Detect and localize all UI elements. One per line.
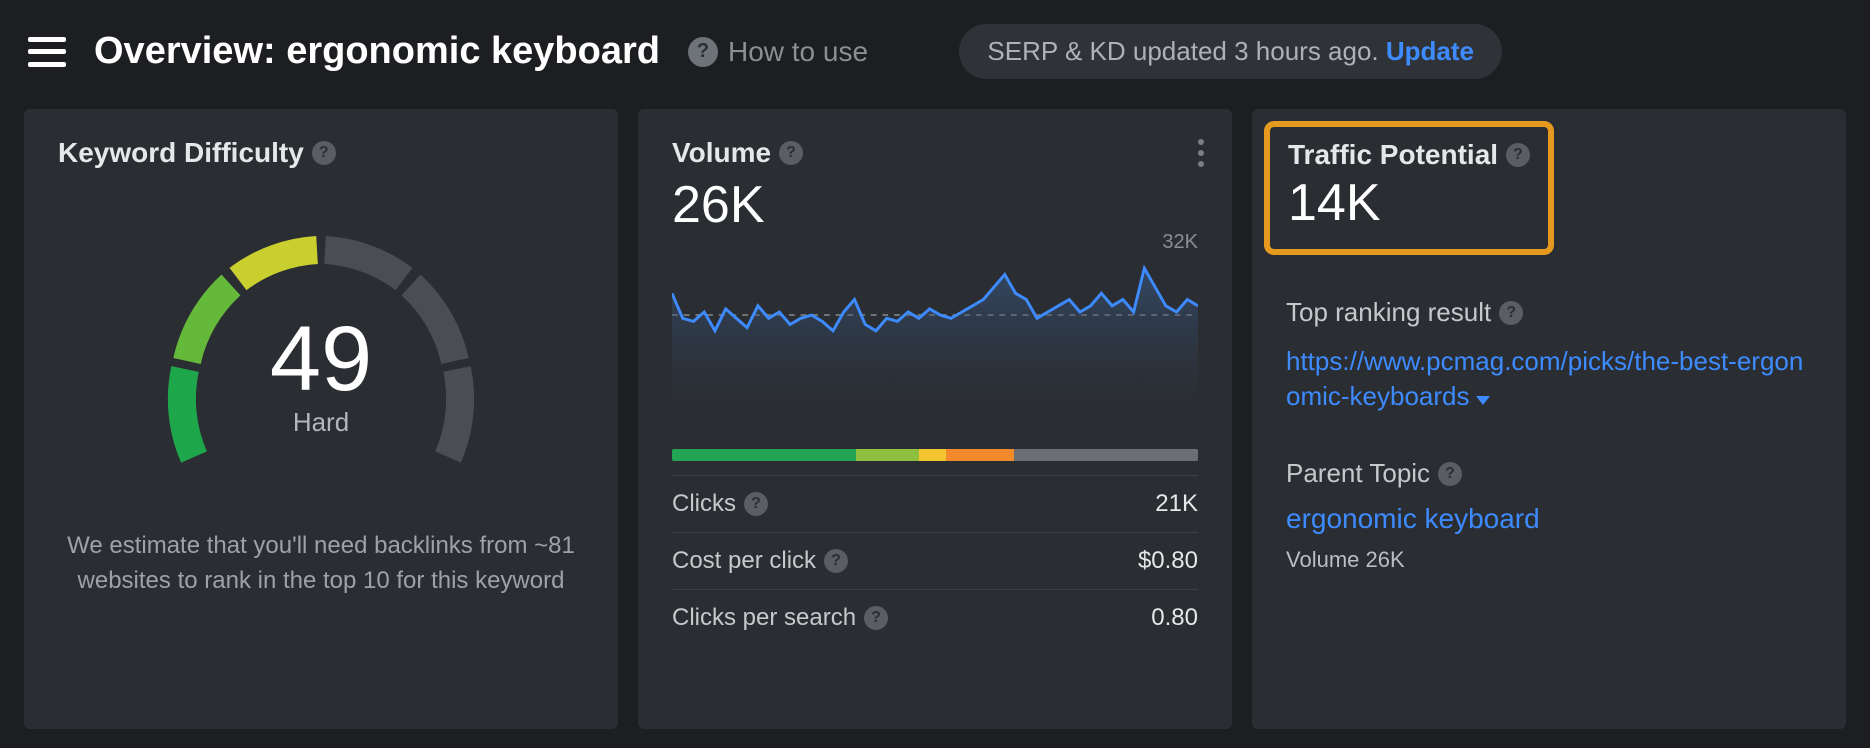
kd-rating: Hard — [141, 407, 501, 438]
distribution-segment — [946, 449, 1014, 461]
update-link[interactable]: Update — [1386, 36, 1474, 66]
help-icon[interactable]: ? — [824, 549, 848, 573]
help-icon[interactable]: ? — [779, 141, 803, 165]
distribution-segment — [856, 449, 919, 461]
parent-topic-label: Parent Topic — [1286, 458, 1430, 489]
distribution-segment — [1014, 449, 1198, 461]
volume-peak-label: 32K — [1162, 231, 1198, 254]
how-to-use-label: How to use — [728, 36, 868, 68]
distribution-segment — [919, 449, 945, 461]
volume-metric-row: Cost per click? $0.80 — [672, 532, 1198, 589]
card-keyword-difficulty: Keyword Difficulty ? — [24, 109, 618, 729]
metric-value: $0.80 — [1138, 547, 1198, 575]
help-icon[interactable]: ? — [1438, 462, 1462, 486]
card-volume: Volume ? 26K 32K Clicks? 21K Cost per clic… — [638, 109, 1232, 729]
metric-value: 21K — [1155, 490, 1198, 518]
volume-title: Volume — [672, 137, 771, 169]
more-icon[interactable] — [1198, 139, 1206, 167]
help-icon[interactable]: ? — [864, 606, 888, 630]
metric-label: Cost per click? — [672, 547, 848, 575]
kd-score: 49 — [141, 307, 501, 412]
top-ranking-url[interactable]: https://www.pcmag.com/picks/the-best-erg… — [1286, 346, 1803, 411]
parent-topic-volume: Volume 26K — [1286, 547, 1812, 573]
traffic-potential-highlight: Traffic Potential ? 14K — [1264, 121, 1554, 255]
kd-gauge: 49 Hard — [141, 209, 501, 489]
tp-title: Traffic Potential — [1288, 139, 1498, 171]
kd-title: Keyword Difficulty — [58, 137, 304, 169]
page-title: Overview: ergonomic keyboard — [94, 30, 660, 73]
parent-topic-link[interactable]: ergonomic keyboard — [1286, 503, 1812, 535]
menu-icon[interactable] — [28, 37, 66, 67]
caret-down-icon[interactable] — [1476, 396, 1490, 405]
help-icon: ? — [688, 37, 718, 67]
help-icon[interactable]: ? — [1506, 143, 1530, 167]
metric-label: Clicks per search? — [672, 604, 888, 632]
help-icon[interactable]: ? — [312, 141, 336, 165]
metric-value: 0.80 — [1151, 604, 1198, 632]
tp-value: 14K — [1288, 173, 1530, 233]
distribution-segment — [672, 449, 856, 461]
card-traffic-potential: Traffic Potential ? 14K Top ranking resu… — [1252, 109, 1846, 729]
top-ranking-label: Top ranking result — [1286, 297, 1491, 328]
volume-metric-row: Clicks per search? 0.80 — [672, 589, 1198, 646]
metric-label: Clicks? — [672, 490, 768, 518]
help-icon[interactable]: ? — [1499, 301, 1523, 325]
status-pill: SERP & KD updated 3 hours ago. Update — [959, 24, 1502, 79]
volume-trend-chart: 32K — [672, 237, 1198, 437]
volume-distribution-bar — [672, 449, 1198, 461]
volume-metric-row: Clicks? 21K — [672, 475, 1198, 532]
help-icon[interactable]: ? — [744, 492, 768, 516]
kd-description: We estimate that you'll need backlinks f… — [58, 529, 584, 599]
how-to-use-link[interactable]: ? How to use — [688, 36, 868, 68]
volume-value: 26K — [672, 175, 1198, 235]
status-text: SERP & KD updated 3 hours ago. — [987, 36, 1385, 66]
